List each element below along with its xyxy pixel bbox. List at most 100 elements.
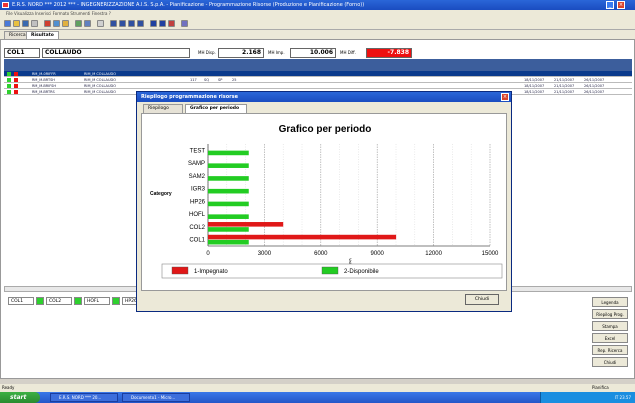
- row-date-3: 26/11/2007: [584, 90, 605, 94]
- toolbar: [0, 18, 635, 30]
- first-record-icon[interactable]: [110, 20, 117, 27]
- status-bar: Ready Pianifica: [0, 384, 635, 392]
- status-indicator: [7, 78, 11, 82]
- next-record-icon[interactable]: [128, 20, 135, 27]
- status-indicator: [7, 90, 11, 94]
- legend-swatch: [74, 297, 82, 305]
- bar-disponibile: [208, 188, 249, 194]
- chart-title: Grafico per periodo: [279, 124, 372, 135]
- y-tick-label: HP26: [190, 199, 206, 205]
- new-icon[interactable]: [4, 20, 11, 27]
- tab-riepilogo[interactable]: Riepilogo: [143, 104, 183, 113]
- help-icon[interactable]: [181, 20, 188, 27]
- resource-code-field[interactable]: COL1: [4, 48, 40, 58]
- filter-icon[interactable]: [75, 20, 82, 27]
- bar-impegnato: [208, 234, 397, 240]
- legend-item-label: COL1: [8, 297, 34, 305]
- legenda-button[interactable]: Legenda: [592, 297, 628, 307]
- report-icon[interactable]: [159, 20, 166, 27]
- prev-record-icon[interactable]: [119, 20, 126, 27]
- legend-swatch: [112, 297, 120, 305]
- status-text: Ready: [2, 385, 15, 390]
- status-indicator: [7, 84, 11, 88]
- status-indicator: [14, 90, 18, 94]
- excel-button[interactable]: Excel: [592, 333, 628, 343]
- y-axis-label: Category: [150, 191, 172, 197]
- window-title: E.R.S. NORD *** 2012 *** - INGEGNERIZZAZ…: [0, 0, 635, 10]
- disp-label: MH Disp.: [198, 50, 216, 55]
- y-tick-label: SAM2: [189, 174, 206, 180]
- dialog-title: Riepilogo programmazione risorse: [137, 92, 511, 102]
- diff-label: MH Diff.: [340, 50, 356, 55]
- y-tick-label: IGR3: [191, 187, 206, 193]
- grid-icon[interactable]: [150, 20, 157, 27]
- chiudi-button[interactable]: Chiudi: [592, 357, 628, 367]
- last-record-icon[interactable]: [137, 20, 144, 27]
- bar-disponibile: [208, 163, 249, 168]
- dialog-close-button[interactable]: Chiudi: [465, 294, 499, 305]
- rep-ricerca-button[interactable]: Rep. Ricerca: [592, 345, 628, 355]
- legend-item-label: HOFL: [84, 297, 110, 305]
- summary-dialog: Riepilogo programmazione risorse × Riepi…: [136, 91, 512, 312]
- y-tick-label: COL1: [189, 238, 205, 244]
- save-icon[interactable]: [22, 20, 29, 27]
- chart-panel: Grafico per periodo 0 3000 6000 9000 12000 150…: [141, 113, 507, 291]
- x-tick-label: 3000: [258, 251, 272, 257]
- stampa-button[interactable]: Stampa: [592, 321, 628, 331]
- y-tick-label: SAMP: [188, 161, 205, 167]
- bar-disponibile: [208, 239, 249, 245]
- app-icon: [2, 2, 9, 8]
- copy-icon[interactable]: [53, 20, 60, 27]
- bar-disponibile: [208, 227, 249, 232]
- tab-grafico[interactable]: Grafico per periodo: [185, 104, 247, 113]
- close-icon[interactable]: ×: [501, 93, 509, 101]
- imp-label: MH Imp.: [268, 50, 285, 55]
- legend-swatch: [36, 297, 44, 305]
- riepilogo-button[interactable]: Riepilog Prog.: [592, 309, 628, 319]
- grid-header: [4, 59, 632, 71]
- y-tick-label: HOFL: [189, 212, 206, 218]
- close-icon[interactable]: ×: [617, 1, 625, 9]
- disp-value: 2.168: [218, 48, 264, 58]
- bar-disponibile: [208, 201, 249, 207]
- system-tray: IT 23.57: [540, 392, 635, 403]
- taskbar: start E.R.S. NORD *** 20... Documento1 -…: [0, 392, 635, 403]
- status-indicator: [14, 78, 18, 82]
- sort-icon[interactable]: [84, 20, 91, 27]
- status-indicator: [14, 72, 18, 76]
- tab-risultato[interactable]: Risultato: [26, 31, 59, 39]
- status-indicator: [14, 84, 18, 88]
- x-tick-label: 6000: [314, 251, 328, 257]
- undo-icon[interactable]: [97, 20, 104, 27]
- paste-icon[interactable]: [62, 20, 69, 27]
- x-tick-label: 15000: [482, 251, 499, 257]
- bar-chart: Grafico per periodo 0 3000 6000 9000 12000 150…: [150, 124, 503, 279]
- resource-description-field[interactable]: COLLAUDO: [42, 48, 190, 58]
- row-description: RIM_M COLLAUDO: [84, 90, 116, 94]
- legend-item-label: COL2: [46, 297, 72, 305]
- delete-icon[interactable]: [168, 20, 175, 27]
- status-indicator: [7, 72, 11, 76]
- bar-impegnato: [208, 222, 284, 227]
- tab-strip: Ricerca Risultato: [0, 30, 635, 39]
- row-code: RM_M-BRTRS: [32, 90, 55, 94]
- minimize-icon[interactable]: _: [606, 1, 614, 9]
- print-icon[interactable]: [31, 20, 38, 27]
- start-button[interactable]: start: [0, 392, 40, 403]
- row-date-2: 21/11/2007: [554, 90, 575, 94]
- cut-icon[interactable]: [44, 20, 51, 27]
- menu-bar[interactable]: File Visualizza Inserisci Formato Strume…: [0, 10, 635, 18]
- taskbar-item[interactable]: E.R.S. NORD *** 20...: [50, 393, 118, 402]
- x-tick-label: 9000: [371, 251, 385, 257]
- y-tick-label: COL2: [189, 225, 205, 231]
- taskbar-item[interactable]: Documento1 - Micro...: [122, 393, 190, 402]
- open-icon[interactable]: [13, 20, 20, 27]
- bar-disponibile: [208, 214, 249, 219]
- x-tick-label: 0: [206, 251, 210, 257]
- y-tick-label: TEST: [190, 148, 206, 154]
- row-date-1: 18/11/2007: [524, 90, 545, 94]
- bar-disponibile: [208, 150, 249, 156]
- legend-label-disponibile: 2-Disponibile: [344, 269, 379, 275]
- legend-label-impegnato: 1-Impegnato: [194, 269, 228, 275]
- status-right-text: Pianifica: [592, 385, 609, 390]
